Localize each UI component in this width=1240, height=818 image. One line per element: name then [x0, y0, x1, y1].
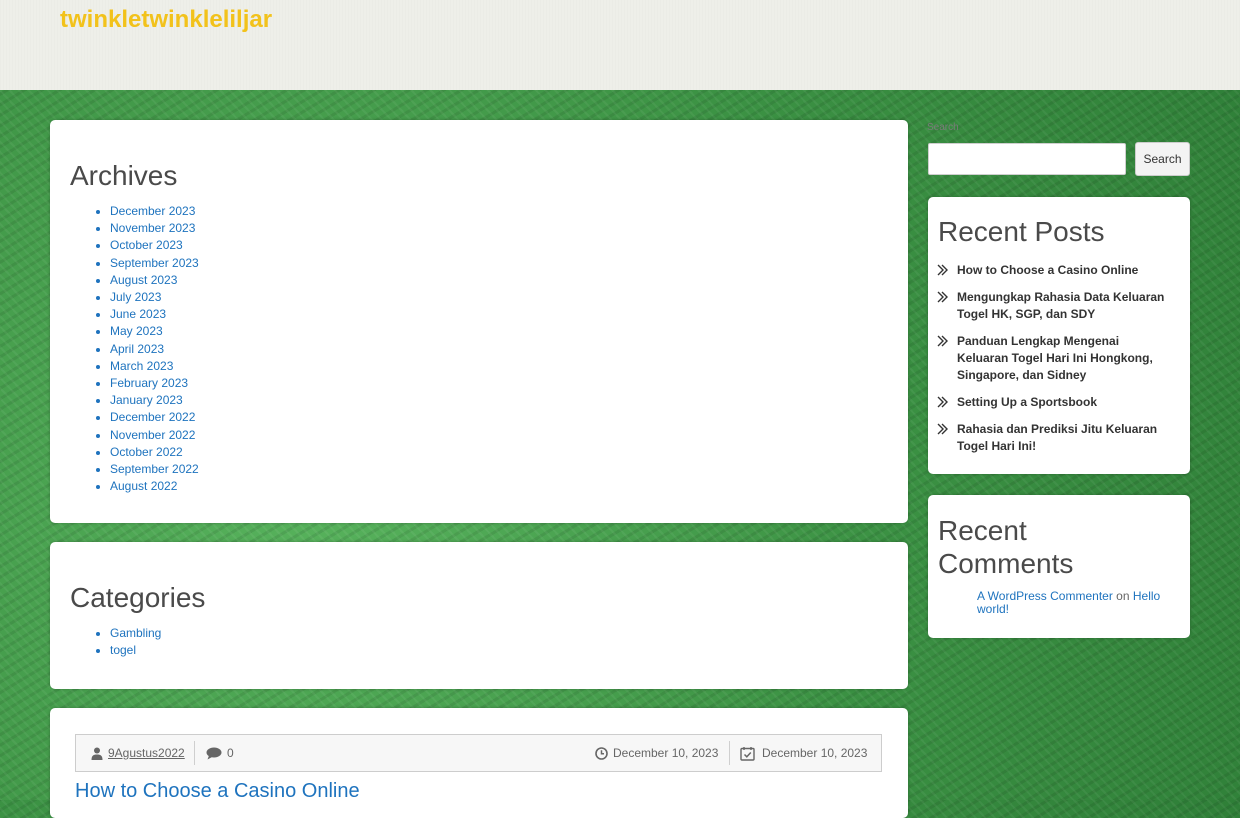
- list-item: November 2022: [110, 427, 199, 444]
- double-arrow-icon: [937, 423, 948, 435]
- search-button[interactable]: Search: [1135, 142, 1190, 176]
- archive-link[interactable]: April 2023: [110, 342, 164, 356]
- clock-icon: [595, 746, 608, 760]
- list-item: August 2023: [110, 272, 199, 289]
- list-item: July 2023: [110, 289, 199, 306]
- recent-comment: A WordPress Commenter on Hello world!: [977, 590, 1177, 616]
- list-item: August 2022: [110, 478, 199, 495]
- comments-count[interactable]: 0: [227, 746, 234, 760]
- archive-link[interactable]: January 2023: [110, 393, 183, 407]
- list-item: Mengungkap Rahasia Data Keluaran Togel H…: [937, 289, 1167, 323]
- recent-post-link[interactable]: Mengungkap Rahasia Data Keluaran Togel H…: [957, 290, 1164, 321]
- archive-link[interactable]: August 2022: [110, 479, 177, 493]
- double-arrow-icon: [937, 335, 948, 347]
- archive-link[interactable]: October 2023: [110, 238, 183, 252]
- post-published-date: December 10, 2023: [595, 735, 718, 771]
- list-item: October 2022: [110, 444, 199, 461]
- list-item: October 2023: [110, 237, 199, 254]
- post-author: 9Agustus2022: [91, 735, 185, 771]
- archive-link[interactable]: May 2023: [110, 324, 163, 338]
- double-arrow-icon: [937, 291, 948, 303]
- meta-divider: [729, 741, 730, 765]
- list-item: February 2023: [110, 375, 199, 392]
- calendar-check-icon: [740, 746, 755, 761]
- list-item: Gambling: [110, 625, 161, 642]
- recent-posts-list: How to Choose a Casino Online Mengungkap…: [937, 262, 1167, 465]
- archive-link[interactable]: December 2023: [110, 204, 195, 218]
- category-link[interactable]: togel: [110, 643, 136, 657]
- list-item: March 2023: [110, 358, 199, 375]
- updated-date: December 10, 2023: [762, 746, 868, 760]
- comment-author-link[interactable]: A WordPress Commenter: [977, 589, 1113, 603]
- double-arrow-icon: [937, 264, 948, 276]
- post-meta-bar: 9Agustus2022 0 December 10, 2023 Decembe…: [75, 734, 882, 772]
- list-item: Rahasia dan Prediksi Jitu Keluaran Togel…: [937, 421, 1167, 455]
- recent-post-link[interactable]: Panduan Lengkap Mengenai Keluaran Togel …: [957, 334, 1153, 382]
- list-item: September 2023: [110, 255, 199, 272]
- categories-title: Categories: [70, 582, 206, 613]
- list-item: June 2023: [110, 306, 199, 323]
- archives-list: December 2023 November 2023 October 2023…: [70, 203, 199, 495]
- archive-link[interactable]: December 2022: [110, 410, 195, 424]
- archive-link[interactable]: July 2023: [110, 290, 161, 304]
- list-item: How to Choose a Casino Online: [937, 262, 1167, 279]
- archives-title: Archives: [70, 160, 178, 191]
- categories-widget: [50, 542, 908, 689]
- archive-link[interactable]: November 2022: [110, 428, 195, 442]
- archive-link[interactable]: October 2022: [110, 445, 183, 459]
- meta-divider: [194, 741, 195, 765]
- archive-link[interactable]: June 2023: [110, 307, 166, 321]
- post-comments: 0: [206, 735, 234, 771]
- archive-link[interactable]: August 2023: [110, 273, 177, 287]
- archive-link[interactable]: February 2023: [110, 376, 188, 390]
- author-link[interactable]: 9Agustus2022: [108, 746, 185, 760]
- recent-comments-title: Recent Comments: [938, 515, 1074, 579]
- user-icon: [91, 747, 103, 760]
- list-item: November 2023: [110, 220, 199, 237]
- archive-link[interactable]: March 2023: [110, 359, 173, 373]
- recent-post-link[interactable]: Setting Up a Sportsbook: [957, 395, 1097, 409]
- list-item: May 2023: [110, 323, 199, 340]
- list-item: Panduan Lengkap Mengenai Keluaran Togel …: [937, 333, 1167, 384]
- site-header: twinkletwinkleliljar: [0, 0, 1240, 90]
- recent-posts-title: Recent Posts: [938, 216, 1105, 247]
- list-item: togel: [110, 642, 161, 659]
- archive-link[interactable]: September 2022: [110, 462, 199, 476]
- comment-connector: on: [1116, 589, 1130, 603]
- list-item: September 2022: [110, 461, 199, 478]
- archive-link[interactable]: September 2023: [110, 256, 199, 270]
- list-item: December 2022: [110, 409, 199, 426]
- site-title[interactable]: twinkletwinkleliljar: [60, 6, 272, 34]
- recent-post-link[interactable]: How to Choose a Casino Online: [957, 263, 1138, 277]
- list-item: Setting Up a Sportsbook: [937, 394, 1167, 411]
- search-label: Search: [927, 122, 959, 133]
- list-item: December 2023: [110, 203, 199, 220]
- double-arrow-icon: [937, 396, 948, 408]
- category-link[interactable]: Gambling: [110, 626, 161, 640]
- recent-post-link[interactable]: Rahasia dan Prediksi Jitu Keluaran Togel…: [957, 422, 1157, 453]
- search-input[interactable]: [928, 143, 1126, 175]
- list-item: January 2023: [110, 392, 199, 409]
- categories-list: Gambling togel: [70, 625, 161, 659]
- archive-link[interactable]: November 2023: [110, 221, 195, 235]
- list-item: April 2023: [110, 341, 199, 358]
- comment-icon: [206, 747, 222, 759]
- published-date: December 10, 2023: [613, 746, 719, 760]
- post-updated-date: December 10, 2023: [740, 735, 867, 771]
